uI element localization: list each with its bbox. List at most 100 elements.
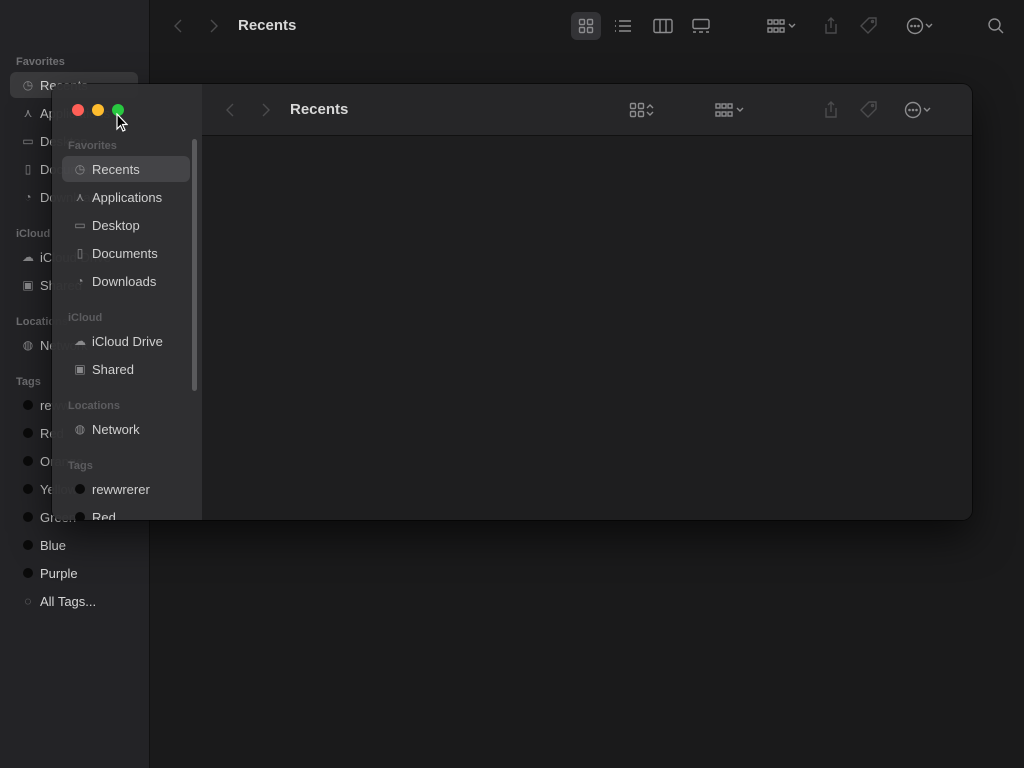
- column-view-button[interactable]: [648, 12, 678, 40]
- sidebar-item-applications[interactable]: ⋏ Applications: [62, 184, 190, 210]
- tag-dot-icon: [23, 568, 33, 578]
- desktop-icon: ▭: [22, 134, 34, 148]
- background-toolbar: Recents: [150, 0, 1024, 52]
- sidebar-item-label: Blue: [40, 537, 67, 553]
- icon-view-button[interactable]: [571, 12, 601, 40]
- sidebar-item-downloads[interactable]: ◔ Downloads: [62, 268, 190, 294]
- sidebar-item-label: Downloads: [92, 273, 157, 289]
- front-toolbar: Recents: [202, 84, 972, 136]
- sidebar-tag-rewwrerer[interactable]: rewwrerer: [62, 476, 190, 502]
- document-icon: ▯: [24, 162, 32, 176]
- more-actions-button[interactable]: [898, 96, 938, 124]
- tag-dot-icon: [75, 512, 85, 520]
- download-icon: ◔: [76, 274, 84, 288]
- back-chevron-icon[interactable]: [222, 98, 238, 122]
- ellipsis-circle-icon: [904, 101, 922, 119]
- chevron-down-icon: [788, 23, 796, 28]
- share-icon[interactable]: [818, 96, 844, 124]
- sidebar-section-icloud: iCloud: [68, 312, 103, 324]
- sidebar-section-tags: Tags: [16, 376, 41, 388]
- sidebar-item-label: iCloud Drive: [92, 333, 163, 349]
- sidebar-section-favorites: Favorites: [16, 56, 65, 68]
- sidebar-item-label: Shared: [92, 361, 134, 377]
- tag-icon[interactable]: [856, 12, 882, 40]
- front-content-area: [202, 84, 972, 520]
- sidebar-tag-purple[interactable]: Purple: [10, 560, 138, 586]
- clock-icon: ◷: [74, 162, 86, 176]
- tag-dot-icon: [23, 484, 33, 494]
- chevron-down-icon: [923, 107, 931, 112]
- globe-icon: ◍: [74, 422, 86, 436]
- group-icon: [715, 103, 733, 117]
- tag-dot-icon: [23, 400, 33, 410]
- sidebar-item-label: Documents: [92, 245, 158, 261]
- chevron-down-icon: [925, 23, 933, 28]
- tag-dot-icon: [23, 540, 33, 550]
- cloud-icon: ☁: [22, 250, 34, 264]
- search-icon[interactable]: [984, 12, 1008, 40]
- list-view-button[interactable]: [608, 12, 638, 40]
- sidebar-section-tags: Tags: [68, 460, 93, 472]
- sidebar-section-icloud: iCloud: [16, 228, 51, 240]
- front-finder-window[interactable]: Favorites ◷ Recents ⋏ Applications ▭ Des…: [52, 84, 972, 520]
- back-chevron-icon[interactable]: [170, 14, 186, 38]
- forward-chevron-icon[interactable]: [258, 98, 274, 122]
- tag-icon[interactable]: [856, 96, 882, 124]
- applications-icon: ⋏: [75, 190, 85, 204]
- sidebar-item-label: All Tags...: [40, 593, 97, 609]
- clock-icon: ◷: [22, 78, 34, 92]
- chevron-updown-icon: [646, 104, 654, 116]
- sidebar-item-label: rewwrerer: [92, 481, 150, 497]
- sidebar-item-shared[interactable]: ▣ Shared: [62, 356, 190, 382]
- group-by-button[interactable]: [710, 96, 750, 124]
- tag-dot-icon: [75, 484, 85, 494]
- sidebar-item-network[interactable]: ◍ Network: [62, 416, 190, 442]
- globe-icon: ◍: [22, 338, 34, 352]
- shared-folder-icon: ▣: [22, 278, 34, 292]
- sidebar-item-all-tags[interactable]: ◌ All Tags...: [10, 588, 138, 614]
- desktop-icon: ▭: [74, 218, 86, 232]
- more-actions-button[interactable]: [900, 12, 940, 40]
- mouse-pointer-icon: [116, 113, 128, 132]
- minimize-button[interactable]: [92, 104, 104, 116]
- shared-folder-icon: ▣: [74, 362, 86, 376]
- tag-dot-icon: [23, 428, 33, 438]
- gallery-icon: [692, 18, 710, 33]
- columns-icon: [653, 18, 673, 34]
- share-icon[interactable]: [818, 12, 844, 40]
- group-by-button[interactable]: [762, 12, 802, 40]
- grid-icon: [629, 102, 645, 118]
- window-title: Recents: [290, 101, 349, 118]
- sidebar-item-desktop[interactable]: ▭ Desktop: [62, 212, 190, 238]
- gallery-view-button[interactable]: [686, 12, 716, 40]
- download-icon: ◔: [24, 190, 32, 204]
- sidebar-item-label: Red: [92, 509, 116, 521]
- sidebar-tag-red[interactable]: Red: [62, 504, 190, 520]
- close-button[interactable]: [72, 104, 84, 116]
- screen: Favorites ◷ Recents ⋏ Applications ▭ Des…: [0, 0, 1024, 768]
- grid-icon: [578, 18, 594, 34]
- cloud-icon: ☁: [74, 334, 86, 348]
- sidebar-item-documents[interactable]: ▯ Documents: [62, 240, 190, 266]
- applications-icon: ⋏: [23, 106, 33, 120]
- sidebar-item-label: Applications: [92, 189, 163, 205]
- group-icon: [767, 19, 785, 33]
- chevron-down-icon: [736, 107, 744, 112]
- sidebar-scrollbar[interactable]: [192, 139, 197, 391]
- list-icon: [615, 20, 631, 32]
- sidebar-section-favorites: Favorites: [68, 140, 117, 152]
- sidebar-tag-blue[interactable]: Blue: [10, 532, 138, 558]
- sidebar-item-icloud-drive[interactable]: ☁ iCloud Drive: [62, 328, 190, 354]
- tag-dot-icon: [23, 456, 33, 466]
- window-title: Recents: [238, 17, 297, 34]
- sidebar-section-locations: Locations: [68, 400, 120, 412]
- front-sidebar: Favorites ◷ Recents ⋏ Applications ▭ Des…: [52, 84, 202, 520]
- document-icon: ▯: [76, 246, 84, 260]
- forward-chevron-icon[interactable]: [206, 14, 222, 38]
- sidebar-item-label: Purple: [40, 565, 78, 581]
- sidebar-item-recents[interactable]: ◷ Recents: [62, 156, 190, 182]
- tag-dot-icon: [23, 512, 33, 522]
- view-options-button[interactable]: [622, 96, 662, 124]
- sidebar-item-label: Network: [92, 421, 140, 437]
- sidebar-item-label: Desktop: [92, 217, 140, 233]
